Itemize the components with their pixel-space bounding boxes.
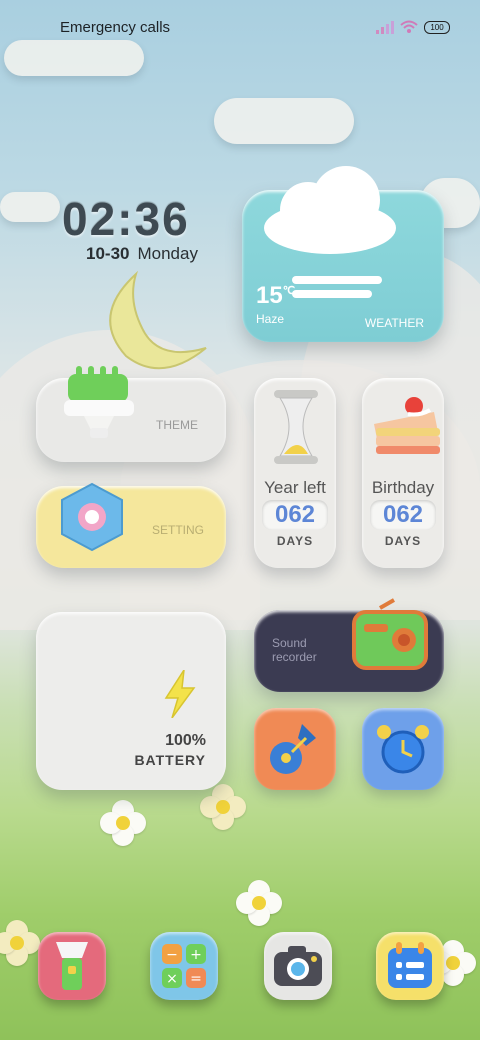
guitar-icon (270, 724, 316, 774)
flashlight-icon[interactable] (38, 932, 106, 1000)
carrier-text: Emergency calls (60, 19, 171, 36)
moon-icon (109, 270, 207, 370)
camera-glyph (274, 946, 322, 986)
cake-icon (374, 397, 440, 454)
guitar-app-icon[interactable] (254, 708, 336, 790)
camera-icon[interactable] (264, 932, 332, 1000)
battery-icon: 100 (424, 20, 450, 34)
clock-date: 10-30 Monday (86, 244, 198, 264)
svg-text:×: × (166, 971, 178, 987)
svg-text:−: − (166, 947, 178, 963)
date-value: 10-30 (86, 244, 130, 263)
weather-widget[interactable]: 15℃ Haze WEATHER (242, 166, 444, 342)
calendar-glyph (388, 942, 432, 988)
theme-label: THEME (156, 418, 198, 432)
battery-percent: 100% (165, 732, 206, 749)
flashlight-glyph (56, 942, 88, 990)
calculator-icon[interactable]: − + × = (150, 932, 218, 1000)
calculator-glyph: − + × = (162, 944, 206, 988)
birthday-title: Birthday (371, 478, 435, 497)
birthday-unit: DAYS (384, 534, 422, 548)
alarm-clock-icon[interactable] (362, 708, 444, 790)
theme-widget[interactable]: THEME (36, 366, 226, 462)
svg-text:=: = (190, 971, 202, 987)
calendar-icon[interactable] (376, 932, 444, 1000)
year-left-widget[interactable]: Year left 062 DAYS (254, 378, 336, 568)
battery-label: BATTERY (134, 752, 206, 768)
weather-condition: Haze (256, 312, 285, 326)
setting-widget[interactable]: SETTING (36, 482, 226, 568)
birthday-value: 062 (370, 500, 436, 530)
weather-label: WEATHER (364, 316, 424, 330)
lightning-icon (164, 670, 196, 718)
hourglass-icon (274, 390, 318, 464)
cloud-icon (264, 166, 396, 254)
alarm-icon (377, 725, 429, 774)
settings-nut-icon (61, 482, 123, 552)
status-bar: Emergency calls 100 (0, 0, 480, 56)
setting-label: SETTING (152, 523, 205, 537)
sound-recorder-widget[interactable]: Sound recorder (254, 598, 444, 692)
radio-icon (352, 598, 428, 670)
year-left-value: 062 (262, 500, 328, 530)
year-left-unit: DAYS (276, 534, 314, 548)
status-icons: 100 (376, 20, 450, 34)
year-left-title: Year left (264, 478, 326, 497)
birthday-widget[interactable]: Birthday 062 DAYS (362, 378, 444, 568)
signal-icon (376, 21, 394, 34)
weekday: Monday (137, 244, 198, 263)
paintbrush-icon (64, 366, 134, 438)
haze-lines (292, 276, 382, 298)
battery-widget[interactable]: 100% BATTERY (36, 612, 226, 790)
clock-time[interactable]: 02:36 (62, 192, 190, 246)
wifi-icon (400, 20, 418, 33)
sound-recorder-label: Sound recorder (272, 636, 317, 664)
svg-text:+: + (190, 947, 202, 963)
weather-temp: 15℃ (256, 282, 296, 309)
